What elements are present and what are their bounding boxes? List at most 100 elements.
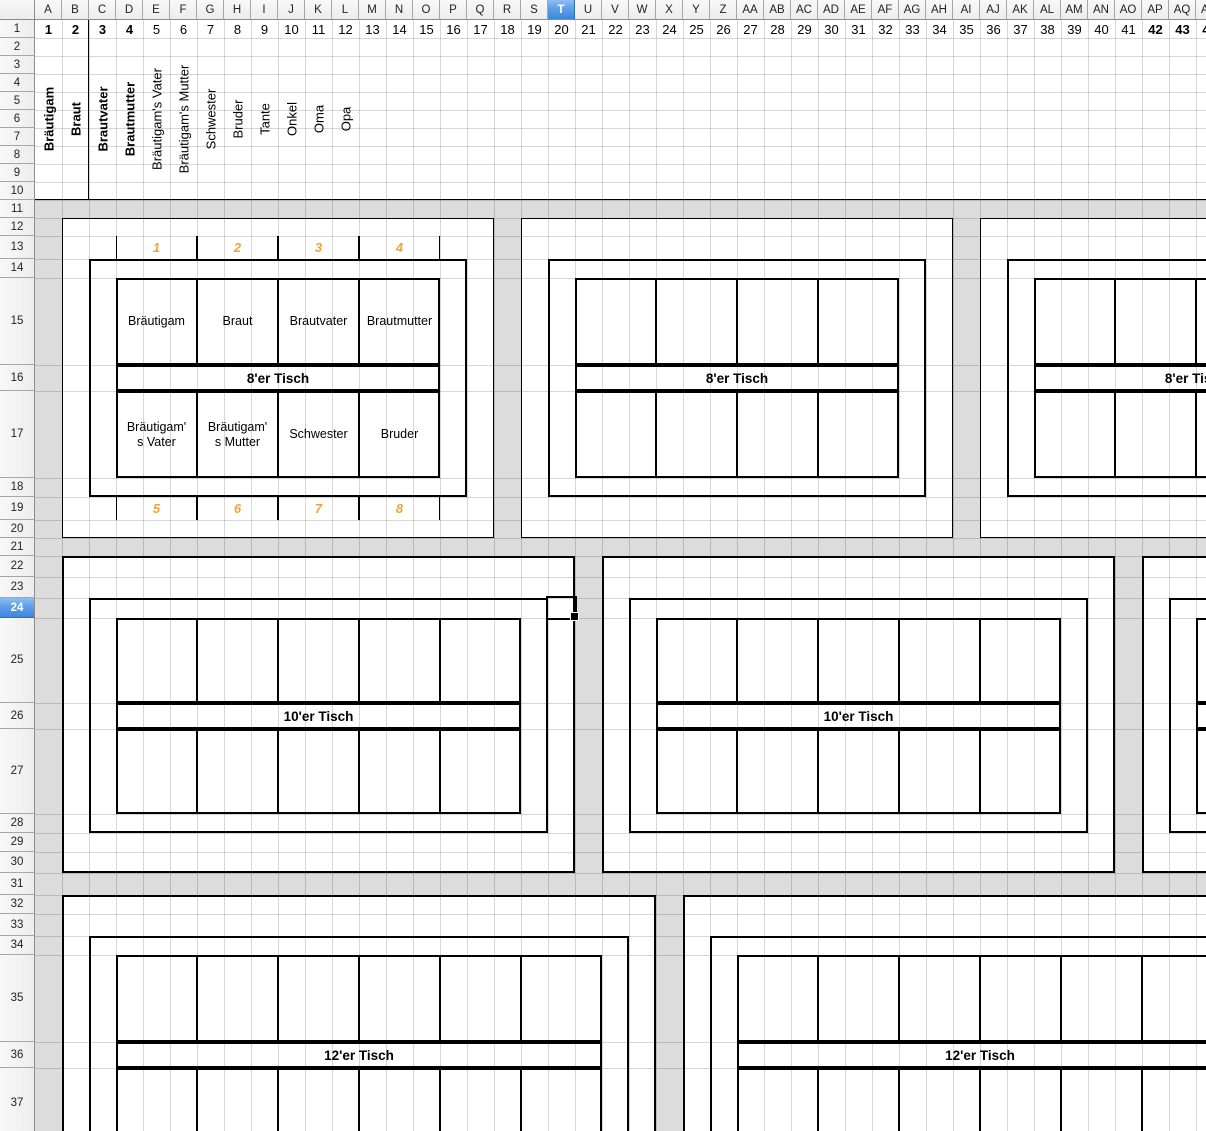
cell-M1[interactable]: 13	[359, 20, 386, 38]
row-header-2[interactable]: 2	[0, 38, 35, 56]
row-header-30[interactable]: 30	[0, 852, 35, 873]
row-header-23[interactable]: 23	[0, 577, 35, 598]
seat-box[interactable]	[1034, 391, 1115, 478]
cell-AG1[interactable]: 33	[899, 20, 926, 38]
seat-box[interactable]	[737, 391, 818, 478]
column-header-F[interactable]: F	[170, 0, 197, 20]
row-header-7[interactable]: 7	[0, 128, 35, 146]
cell-AL1[interactable]: 38	[1034, 20, 1061, 38]
seat-box[interactable]: Brautvater	[278, 278, 359, 365]
seat-box[interactable]	[980, 729, 1061, 814]
seat-box[interactable]	[359, 955, 440, 1042]
row-header-11[interactable]: 11	[0, 200, 35, 218]
row-header-36[interactable]: 36	[0, 1042, 35, 1068]
cell-Z1[interactable]: 26	[710, 20, 737, 38]
seat-box[interactable]	[521, 1068, 602, 1131]
column-header-AC[interactable]: AC	[791, 0, 818, 20]
column-header-C[interactable]: C	[89, 0, 116, 20]
column-header-S[interactable]: S	[521, 0, 548, 20]
column-header-K[interactable]: K	[305, 0, 332, 20]
legend-col-D[interactable]: Brautmutter	[122, 82, 137, 156]
cell-R1[interactable]: 18	[494, 20, 521, 38]
seat-box[interactable]	[116, 618, 197, 703]
cell-N1[interactable]: 14	[386, 20, 413, 38]
column-header-E[interactable]: E	[143, 0, 170, 20]
seat-box[interactable]	[980, 618, 1061, 703]
column-header-AA[interactable]: AA	[737, 0, 764, 20]
seat-box[interactable]	[656, 729, 737, 814]
legend-col-K[interactable]: Oma	[311, 105, 326, 133]
seat-box[interactable]	[737, 1068, 818, 1131]
cell-AB1[interactable]: 28	[764, 20, 791, 38]
cell-U1[interactable]: 21	[575, 20, 602, 38]
seat-box[interactable]	[359, 1068, 440, 1131]
sheet-grid[interactable]: 1234567891011121314151617181920212223242…	[0, 0, 1206, 1131]
seat-box[interactable]	[818, 729, 899, 814]
seat-box[interactable]	[656, 391, 737, 478]
seat-box[interactable]	[899, 1068, 980, 1131]
column-header-O[interactable]: O	[413, 0, 440, 20]
column-header-AJ[interactable]: AJ	[980, 0, 1007, 20]
column-header-AE[interactable]: AE	[845, 0, 872, 20]
cell-K1[interactable]: 11	[305, 20, 332, 38]
cell-T1[interactable]: 20	[548, 20, 575, 38]
seat-box[interactable]	[980, 955, 1061, 1042]
cell-G1[interactable]: 7	[197, 20, 224, 38]
seat-box[interactable]	[980, 1068, 1061, 1131]
column-header-AI[interactable]: AI	[953, 0, 980, 20]
row-header-33[interactable]: 33	[0, 914, 35, 936]
seat-box[interactable]: Bräutigam	[116, 278, 197, 365]
column-header-AR[interactable]: AR	[1196, 0, 1206, 20]
table-8er-3-label-band[interactable]: 8'er Tisch	[1034, 365, 1206, 391]
column-header-AL[interactable]: AL	[1034, 0, 1061, 20]
row-header-27[interactable]: 27	[0, 729, 35, 814]
cell-AF1[interactable]: 32	[872, 20, 899, 38]
cell-AH1[interactable]: 34	[926, 20, 953, 38]
column-header-D[interactable]: D	[116, 0, 143, 20]
column-header-J[interactable]: J	[278, 0, 305, 20]
row-header-24[interactable]: 24	[0, 598, 35, 618]
seat-box[interactable]	[359, 729, 440, 814]
row-header-5[interactable]: 5	[0, 92, 35, 110]
row-header-18[interactable]: 18	[0, 478, 35, 497]
seat-box[interactable]	[656, 618, 737, 703]
column-header-Q[interactable]: Q	[467, 0, 494, 20]
cell-B1[interactable]: 2	[62, 20, 89, 38]
seat-box[interactable]	[737, 278, 818, 365]
seat-box[interactable]	[1061, 955, 1142, 1042]
cell-W1[interactable]: 23	[629, 20, 656, 38]
seat-box[interactable]	[818, 391, 899, 478]
cell-P1[interactable]: 16	[440, 20, 467, 38]
seat-box[interactable]	[278, 955, 359, 1042]
cell-AN1[interactable]: 40	[1088, 20, 1115, 38]
column-header-W[interactable]: W	[629, 0, 656, 20]
row-header-19[interactable]: 19	[0, 497, 35, 520]
row-header-29[interactable]: 29	[0, 833, 35, 852]
column-header-I[interactable]: I	[251, 0, 278, 20]
row-header-21[interactable]: 21	[0, 538, 35, 556]
row-header-6[interactable]: 6	[0, 110, 35, 128]
seat-box[interactable]	[1196, 729, 1206, 814]
seat-box[interactable]	[656, 278, 737, 365]
row-header-12[interactable]: 12	[0, 218, 35, 236]
seat-box[interactable]: Brautmutter	[359, 278, 440, 365]
seat-box[interactable]	[899, 618, 980, 703]
seat-box[interactable]	[818, 955, 899, 1042]
cell-D1[interactable]: 4	[116, 20, 143, 38]
seat-box[interactable]	[1196, 618, 1206, 703]
row-header-26[interactable]: 26	[0, 703, 35, 729]
row-header-15[interactable]: 15	[0, 278, 35, 365]
column-header-AD[interactable]: AD	[818, 0, 845, 20]
row-header-17[interactable]: 17	[0, 391, 35, 478]
seat-box[interactable]	[278, 1068, 359, 1131]
select-all-corner[interactable]	[0, 0, 35, 20]
cell-AE1[interactable]: 31	[845, 20, 872, 38]
seat-box[interactable]	[521, 955, 602, 1042]
column-header-AQ[interactable]: AQ	[1169, 0, 1196, 20]
cell-J1[interactable]: 10	[278, 20, 305, 38]
column-header-Y[interactable]: Y	[683, 0, 710, 20]
legend-col-I[interactable]: Tante	[257, 103, 272, 135]
seat-box[interactable]	[440, 955, 521, 1042]
row-header-32[interactable]: 32	[0, 895, 35, 914]
seat-box[interactable]	[197, 618, 278, 703]
